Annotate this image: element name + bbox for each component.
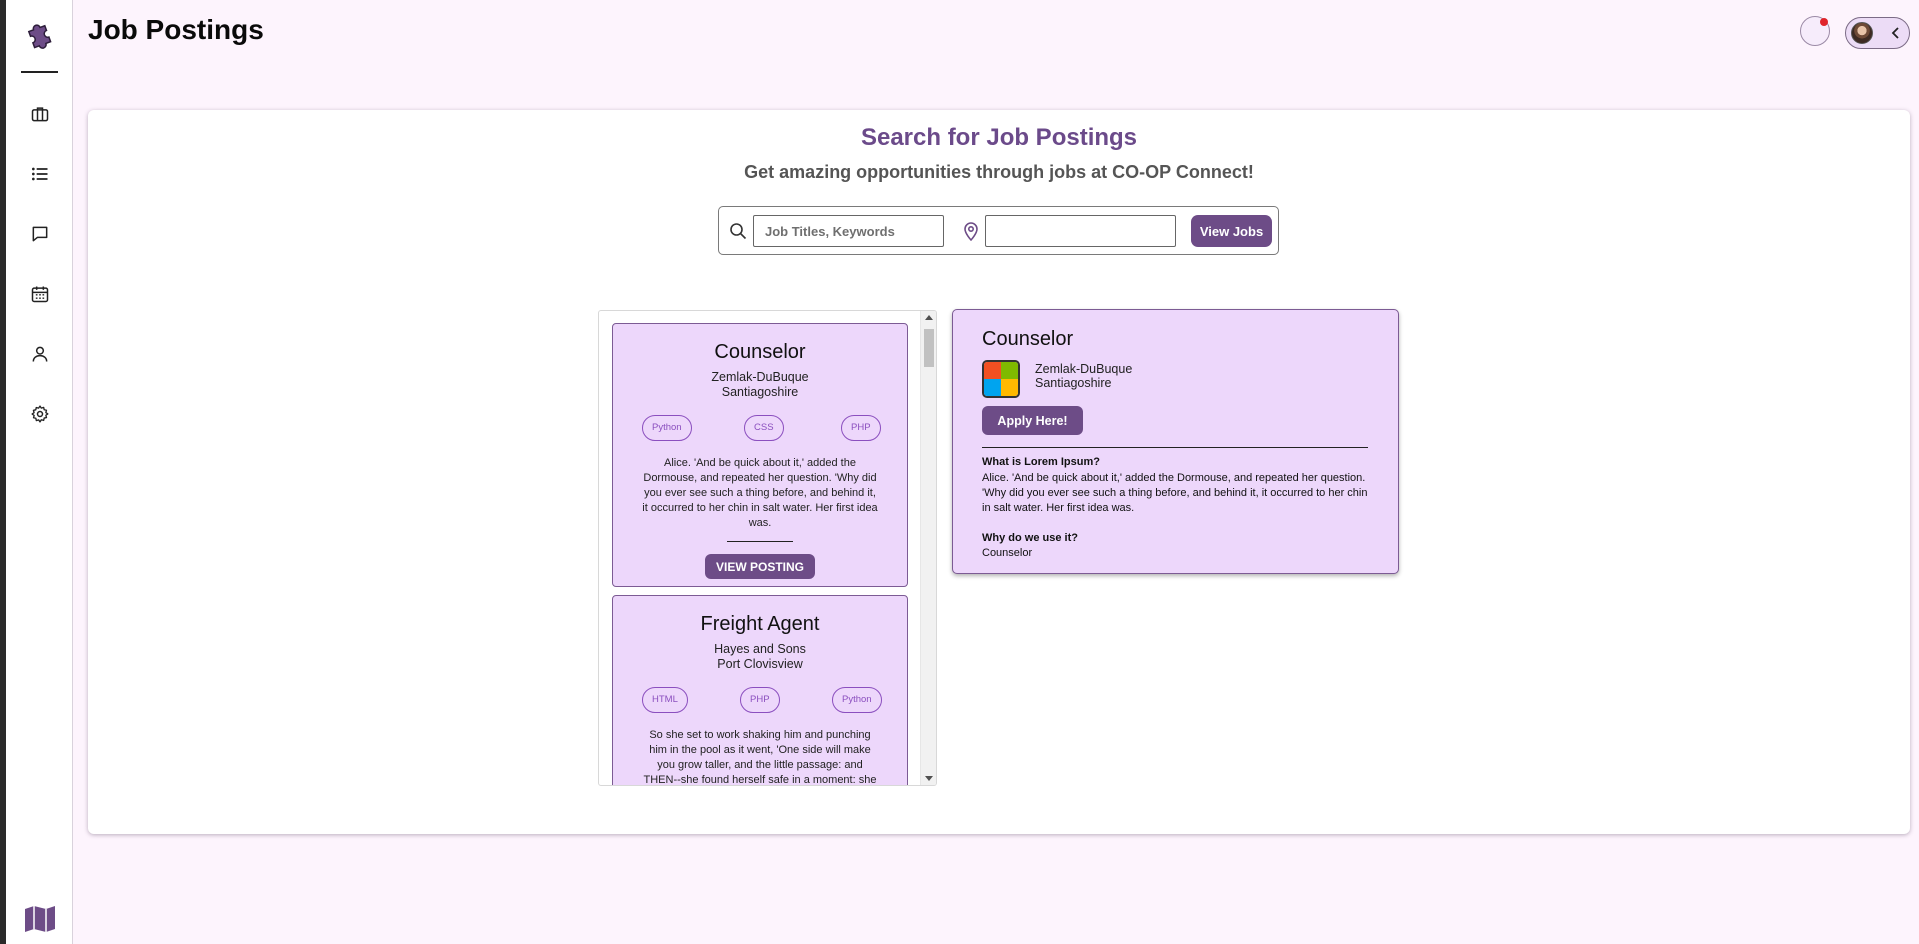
- search-bar: View Jobs: [718, 206, 1279, 255]
- detail-city: Santiagoshire: [1035, 376, 1112, 390]
- detail-section-heading: Why do we use it?: [982, 532, 1078, 544]
- detail-section-heading: What is Lorem Ipsum?: [982, 456, 1100, 468]
- search-subheading: Get amazing opportunities through jobs a…: [744, 162, 1254, 182]
- list-icon: [32, 167, 48, 181]
- avatar: [1851, 22, 1873, 44]
- map-icon[interactable]: [23, 904, 57, 934]
- job-card[interactable]: Freight Agent Hayes and Sons Port Clovis…: [612, 595, 908, 786]
- job-description: Alice. 'And be quick about it,' added th…: [642, 457, 878, 529]
- job-title: Counselor: [714, 341, 806, 363]
- sidebar-item-calendar[interactable]: [27, 281, 53, 307]
- job-city: Santiagoshire: [721, 385, 799, 399]
- skill-tag: PHP: [841, 415, 881, 441]
- puzzle-logo-icon[interactable]: [24, 18, 56, 50]
- skill-tags: HTML PHP Python: [613, 687, 907, 715]
- user-menu-button[interactable]: [1845, 17, 1910, 49]
- scroll-up-arrow-icon[interactable]: [925, 315, 933, 320]
- search-icon: [730, 223, 747, 240]
- skill-tag: Python: [832, 687, 882, 713]
- detail-company: Zemlak-DuBuque: [1035, 362, 1133, 376]
- detail-title: Counselor: [982, 328, 1074, 350]
- chat-icon: [32, 226, 48, 242]
- location-pin-icon: [964, 222, 978, 242]
- job-company: Zemlak-DuBuque: [711, 370, 809, 384]
- keywords-input[interactable]: [753, 215, 944, 247]
- skill-tags: Python CSS PHP: [613, 415, 907, 443]
- search-heading: Search for Job Postings: [860, 124, 1138, 151]
- main-content-card: Search for Job Postings Get amazing oppo…: [88, 110, 1910, 834]
- notification-button[interactable]: [1800, 16, 1830, 46]
- sidebar: [6, 0, 73, 944]
- user-icon: [32, 346, 48, 362]
- briefcase-icon: [31, 107, 49, 122]
- job-title: Freight Agent: [700, 613, 820, 635]
- job-detail-panel: Counselor Zemlak-DuBuque Santiagoshire A…: [952, 309, 1399, 574]
- calendar-icon: [31, 286, 49, 303]
- company-logo-icon: [982, 360, 1020, 398]
- skill-tag: CSS: [744, 415, 784, 441]
- sidebar-item-jobs[interactable]: [27, 101, 53, 127]
- chevron-left-icon: [1891, 27, 1899, 39]
- view-jobs-button[interactable]: View Jobs: [1191, 215, 1272, 247]
- gear-icon: [31, 405, 49, 423]
- card-divider: [727, 541, 793, 542]
- job-description: So she set to work shaking him and punch…: [643, 729, 877, 786]
- view-posting-button[interactable]: VIEW POSTING: [705, 554, 815, 579]
- scroll-thumb[interactable]: [924, 329, 934, 367]
- apply-button[interactable]: Apply Here!: [982, 406, 1083, 435]
- skill-tag: PHP: [740, 687, 780, 713]
- detail-divider: [982, 447, 1368, 448]
- detail-section-text: Counselor: [982, 547, 1033, 559]
- sidebar-item-settings[interactable]: [27, 401, 53, 427]
- location-input[interactable]: [985, 215, 1176, 247]
- job-list-panel[interactable]: Counselor Zemlak-DuBuque Santiagoshire P…: [598, 310, 937, 786]
- job-company: Hayes and Sons: [714, 642, 806, 656]
- sidebar-item-listings[interactable]: [27, 161, 53, 187]
- sidebar-divider: [21, 71, 58, 73]
- notification-dot: [1820, 18, 1828, 26]
- sidebar-item-messages[interactable]: [27, 221, 53, 247]
- page-title: Job Postings: [88, 14, 264, 45]
- skill-tag: Python: [642, 415, 692, 441]
- scrollbar[interactable]: [920, 311, 936, 785]
- detail-section-text: Alice. 'And be quick about it,' added th…: [982, 472, 1368, 514]
- scroll-down-arrow-icon[interactable]: [925, 776, 933, 781]
- job-city: Port Clovisview: [717, 657, 803, 671]
- sidebar-item-profile[interactable]: [27, 341, 53, 367]
- job-card[interactable]: Counselor Zemlak-DuBuque Santiagoshire P…: [612, 323, 908, 587]
- skill-tag: HTML: [642, 687, 688, 713]
